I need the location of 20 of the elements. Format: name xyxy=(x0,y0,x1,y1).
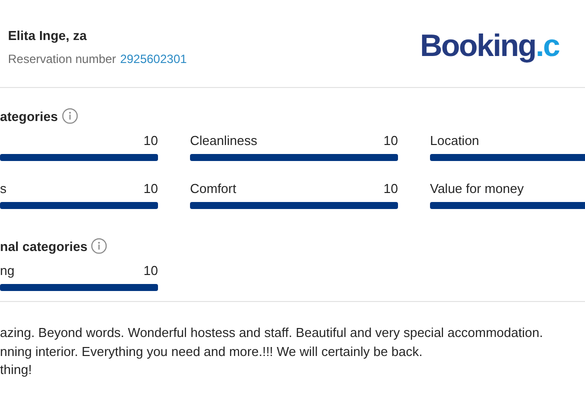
review-text: azing. Beyond words. Wonderful hostess and staff. Beautiful and very special accommodation. nning interior. Everything you need and more.!!! We will certainly be back. thing! xyxy=(0,324,544,379)
category-label: Value for money xyxy=(430,181,524,197)
category-score: 10 xyxy=(384,133,398,149)
category-label: s xyxy=(0,181,6,197)
logo: Booking.c xyxy=(420,28,560,64)
category-label: Cleanliness xyxy=(190,133,258,149)
category-label: Comfort xyxy=(190,181,236,197)
category-score: 10 xyxy=(384,181,398,197)
info-icon[interactable] xyxy=(62,108,78,124)
section-title: ategories xyxy=(0,108,58,124)
guest-name: Elita Inge, za xyxy=(8,28,88,42)
info-icon[interactable] xyxy=(91,238,108,254)
category-score: 10 xyxy=(144,133,158,149)
section-title: nal categories xyxy=(0,238,88,254)
category-score: 10 xyxy=(144,181,158,197)
category-label: Location xyxy=(430,133,480,149)
category-label: ng xyxy=(0,263,14,279)
reservation-label: Reservation number xyxy=(8,52,116,66)
reservation-number-link[interactable]: 2925602301 xyxy=(120,52,187,66)
category-score: 10 xyxy=(144,263,158,279)
